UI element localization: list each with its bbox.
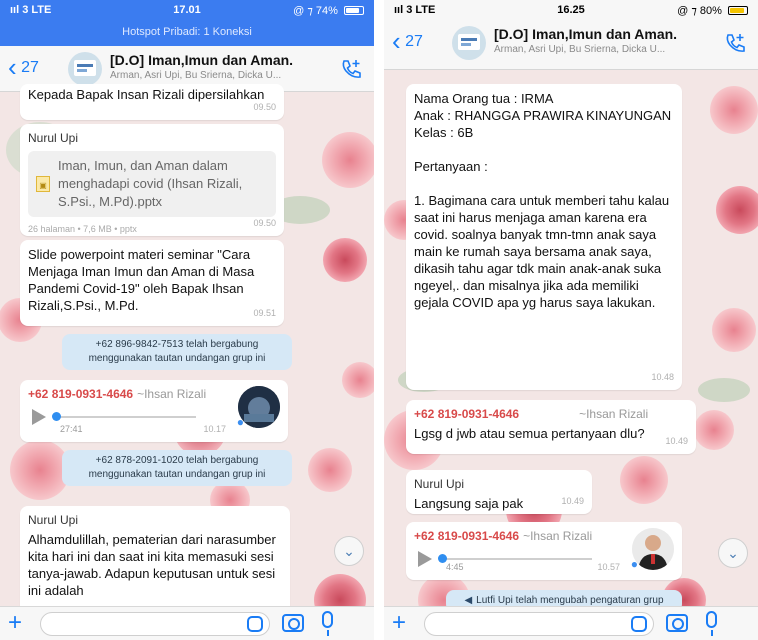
message-sender: Nurul Upi [414,477,465,491]
voice-progress-handle[interactable] [52,412,61,421]
left-phone-screen: ııl 3 LTE 17.01 @ ⁊ 74% Hotspot Pribadi:… [0,0,374,640]
back-button[interactable]: ‹ 27 [392,28,423,54]
message-text: Kepada Bapak Insan Rizali dipersilahkan [28,87,265,102]
mic-icon: ● [630,557,638,571]
input-bar: + [384,606,758,640]
mic-icon[interactable] [706,611,717,636]
message-bubble[interactable]: Nurul Upi Alhamdulillah, pematerian dari… [20,506,290,616]
system-message: +62 896-9842-7513 telah bergabung menggu… [62,334,292,370]
message-sender: +62 819-0931-4646 ~Ihsan Rizali [414,407,649,421]
document-message[interactable]: Nurul Upi ▣ Iman, Imun, dan Aman dalam m… [20,124,284,236]
mic-icon: ● [236,415,244,429]
voice-progress-track[interactable] [52,412,196,421]
plus-icon[interactable]: + [392,610,406,636]
message-time: 10.57 [597,562,620,572]
group-members[interactable]: Arman, Asri Upi, Bu Srierna, Dicka U... [494,44,694,55]
group-avatar[interactable] [68,52,102,86]
status-bar: ııl 3 LTE 16.25 @ ⁊ 80% [384,0,758,20]
message-sender: Nurul Upi [28,513,79,527]
scroll-down-icon[interactable]: ⌄ [334,536,364,566]
unread-count: 27 [21,59,39,76]
message-time: 09.51 [253,308,276,318]
message-time: 10.49 [561,496,584,506]
message-time: 10.49 [665,436,688,446]
group-avatar[interactable] [452,26,486,60]
voice-duration: 4:45 [446,562,464,572]
document-meta: 26 halaman • 7,6 MB • pptx [28,224,137,234]
battery-indicator: @ ⁊ 80% [677,4,748,17]
input-bar: + [0,606,374,640]
sticker-icon[interactable] [247,616,263,632]
document-name: Iman, Imun, dan Aman dalam menghadapi co… [58,158,243,209]
mic-icon[interactable] [322,611,333,636]
plus-icon[interactable]: + [8,610,22,636]
message-bubble[interactable]: Kepada Bapak Insan Rizali dipersilahkan … [20,84,284,120]
system-message: +62 878-2091-1020 telah bergabung menggu… [62,450,292,486]
battery-icon [728,6,748,15]
message-bubble[interactable]: Nurul Upi Langsung saja pak 10.49 [406,470,592,514]
message-text: Slide powerpoint materi seminar "Cara Me… [28,247,255,313]
play-icon[interactable] [32,409,46,425]
message-text: Nama Orang tua : IRMA Anak : RHANGGA PRA… [414,91,672,310]
voice-message[interactable]: +62 819-0931-4646 ~Ihsan Rizali 27:41 10.… [20,380,288,442]
add-call-icon[interactable] [340,58,362,80]
document-icon: ▣ [36,176,50,192]
chat-header: ‹ 27 [D.O] Iman,Imun dan Aman. Arman, As… [384,20,758,70]
battery-indicator: @ ⁊ 74% [293,4,364,17]
message-bubble[interactable]: Slide powerpoint materi seminar "Cara Me… [20,240,284,326]
group-title[interactable]: [D.O] Iman,Imun dan Aman. [494,26,694,42]
message-bubble[interactable]: Nama Orang tua : IRMA Anak : RHANGGA PRA… [406,84,682,390]
message-bubble[interactable]: +62 819-0931-4646 ~Ihsan Rizali Lgsg d jw… [406,400,696,454]
battery-icon [344,6,364,15]
hotspot-banner[interactable]: Hotspot Pribadi: 1 Koneksi [0,26,374,38]
message-input[interactable] [424,612,654,636]
message-time: 10.17 [203,424,226,434]
status-bar: ııl 3 LTE 17.01 @ ⁊ 74% Hotspot Pribadi:… [0,0,374,46]
add-call-icon[interactable] [724,32,746,54]
right-phone-screen: ııl 3 LTE 16.25 @ ⁊ 80% ‹ 27 [D.O] Iman,… [384,0,758,640]
camera-icon[interactable] [666,614,688,632]
camera-icon[interactable] [282,614,304,632]
message-input[interactable] [40,612,270,636]
message-sender: Nurul Upi [28,131,79,145]
unread-count: 27 [405,33,423,50]
scroll-down-icon[interactable]: ⌄ [718,538,748,568]
voice-duration: 27:41 [60,424,83,434]
back-button[interactable]: ‹ 27 [8,54,39,80]
play-icon[interactable] [418,551,432,567]
message-time: 10.48 [651,372,674,382]
document-attachment[interactable]: ▣ Iman, Imun, dan Aman dalam menghadapi … [28,151,276,217]
voice-message[interactable]: +62 819-0931-4646 ~Ihsan Rizali 4:45 10.5… [406,522,682,580]
sticker-icon[interactable] [631,616,647,632]
voice-progress-track[interactable] [438,554,592,563]
sender-avatar [632,528,674,570]
message-time: 09.50 [253,218,276,228]
sender-avatar [238,386,280,428]
back-chevron-icon: ‹ [8,52,17,82]
message-text: Alhamdulillah, pematerian dari narasumbe… [28,532,276,598]
message-text: Lgsg d jwb atau semua pertanyaan dlu? [414,426,645,441]
message-text: Langsung saja pak [414,496,524,511]
megaphone-icon: ◀ [464,595,473,606]
group-title[interactable]: [D.O] Iman,Imun dan Aman. [110,52,310,68]
back-chevron-icon: ‹ [392,26,401,56]
group-members[interactable]: Arman, Asri Upi, Bu Srierna, Dicka U... [110,70,310,81]
message-time: 09.50 [253,102,276,112]
